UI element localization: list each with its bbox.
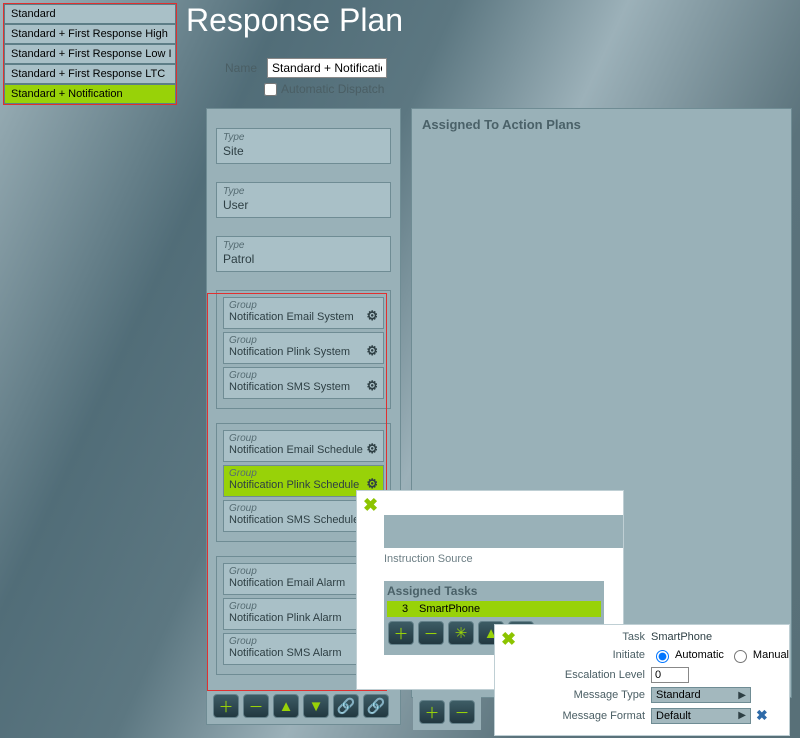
task-label: Task: [549, 631, 645, 643]
instruction-source-label: Instruction Source: [384, 553, 473, 565]
name-row: Name: [225, 58, 387, 78]
close-icon[interactable]: ✖: [501, 629, 516, 650]
message-type-select[interactable]: Standard ▶: [651, 687, 751, 703]
clear-icon[interactable]: ✖: [756, 707, 768, 724]
type-box-user[interactable]: Type User: [216, 182, 391, 218]
type-box-site[interactable]: Type Site: [216, 128, 391, 164]
task-properties-dialog: ✖ Task SmartPhone Initiate Automatic Man…: [494, 624, 790, 736]
type-value: Patrol: [223, 252, 384, 266]
auto-dispatch-row: Automatic Dispatch: [264, 82, 384, 96]
sidebar-item-notification[interactable]: Standard + Notification: [4, 84, 176, 104]
sidebar: Standard Standard + First Response High …: [3, 3, 177, 105]
gear-icon[interactable]: ⚙: [366, 441, 379, 457]
remove-button[interactable]: －: [243, 694, 269, 718]
auto-dispatch-checkbox[interactable]: [264, 83, 277, 96]
auto-dispatch-label: Automatic Dispatch: [281, 82, 384, 96]
sidebar-item-first-response-low[interactable]: Standard + First Response Low I: [4, 44, 176, 64]
type-kind-label: Type: [223, 186, 384, 197]
chevron-right-icon: ▶: [738, 710, 746, 721]
gear-icon[interactable]: ⚙: [366, 343, 379, 359]
remove-button[interactable]: －: [449, 700, 475, 724]
type-box-patrol[interactable]: Type Patrol: [216, 236, 391, 272]
message-format-label: Message Format: [549, 710, 645, 722]
type-value: User: [223, 198, 384, 212]
group-row-email-schedule[interactable]: Group Notification Email Schedule ⚙: [223, 430, 384, 462]
burst-button[interactable]: ✳: [448, 621, 474, 645]
gear-icon[interactable]: ⚙: [366, 378, 379, 394]
message-type-label: Message Type: [549, 689, 645, 701]
types-action-row: ＋ － ▲ ▼ 🔗 🔗: [207, 689, 400, 724]
initiate-automatic-radio[interactable]: Automatic: [651, 647, 724, 663]
add-button[interactable]: ＋: [388, 621, 414, 645]
assigned-tasks-title: Assigned Tasks: [384, 581, 604, 601]
link-button-2[interactable]: 🔗: [363, 694, 389, 718]
message-format-select[interactable]: Default ▶: [651, 708, 751, 724]
task-row[interactable]: 3 SmartPhone: [387, 601, 601, 617]
add-button[interactable]: ＋: [213, 694, 239, 718]
move-down-button[interactable]: ▼: [303, 694, 329, 718]
add-button[interactable]: ＋: [419, 700, 445, 724]
sidebar-item-first-response-ltc[interactable]: Standard + First Response LTC: [4, 64, 176, 84]
task-number: 3: [391, 603, 419, 615]
close-icon[interactable]: ✖: [363, 495, 378, 516]
initiate-manual-radio[interactable]: Manual: [729, 647, 789, 663]
assigned-action-plans-title: Assigned To Action Plans: [422, 117, 781, 132]
initiate-label: Initiate: [549, 649, 645, 661]
right-action-row: ＋ －: [413, 694, 481, 730]
link-button[interactable]: 🔗: [333, 694, 359, 718]
type-value: Site: [223, 144, 384, 158]
task-name: SmartPhone: [419, 603, 480, 615]
sidebar-item-first-response-high[interactable]: Standard + First Response High: [4, 24, 176, 44]
group-row-email-system[interactable]: Group Notification Email System ⚙: [223, 297, 384, 329]
name-label: Name: [225, 61, 257, 75]
task-value: SmartPhone: [651, 631, 781, 643]
remove-button[interactable]: －: [418, 621, 444, 645]
group-block-system: Group Notification Email System ⚙ Group …: [216, 290, 391, 409]
chevron-right-icon: ▶: [738, 690, 746, 701]
dialog-header-bar: [384, 515, 623, 548]
escalation-input[interactable]: [651, 667, 689, 683]
name-input[interactable]: [267, 58, 387, 78]
escalation-label: Escalation Level: [549, 669, 645, 681]
gear-icon[interactable]: ⚙: [366, 308, 379, 324]
group-row-sms-system[interactable]: Group Notification SMS System ⚙: [223, 367, 384, 399]
page-title: Response Plan: [186, 2, 403, 39]
type-kind-label: Type: [223, 240, 384, 251]
move-up-button[interactable]: ▲: [273, 694, 299, 718]
group-row-plink-system[interactable]: Group Notification Plink System ⚙: [223, 332, 384, 364]
type-kind-label: Type: [223, 132, 384, 143]
sidebar-item-standard[interactable]: Standard: [4, 4, 176, 24]
